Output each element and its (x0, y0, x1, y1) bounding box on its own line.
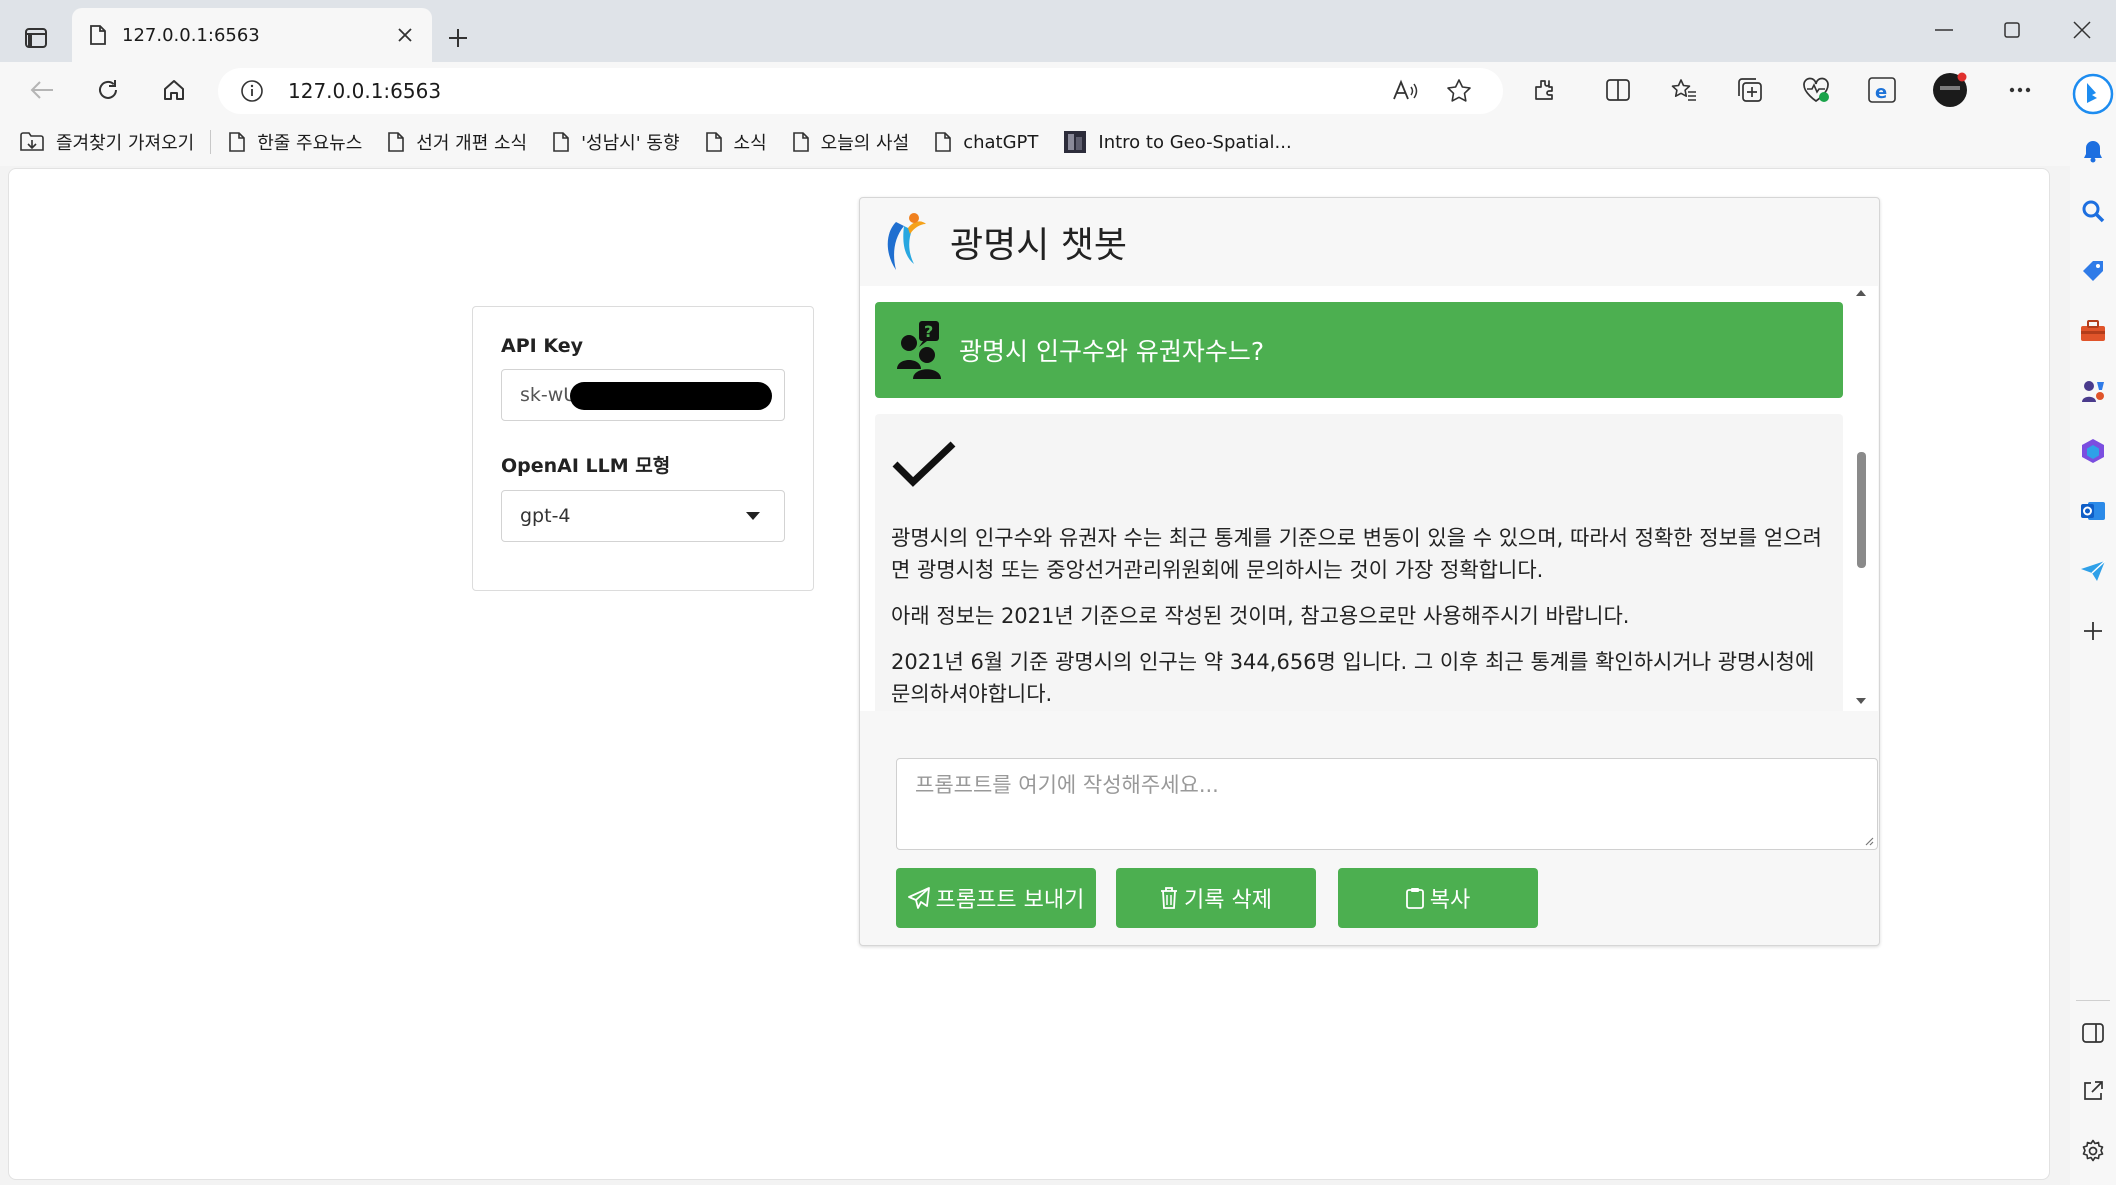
user-message: ? 광명시 인구수와 유권자수느? (875, 302, 1843, 398)
tools-briefcase-icon[interactable] (2070, 308, 2116, 354)
page-icon (792, 132, 809, 152)
bot-paragraph: 광명시의 인구수와 유권자 수는 최근 통계를 기준으로 변동이 있을 수 있으… (891, 526, 1822, 582)
redaction-mark (570, 382, 772, 410)
page-icon (90, 25, 106, 45)
page-icon (388, 132, 405, 152)
bot-message: 광명시의 인구수와 유권자 수는 최근 통계를 기준으로 변동이 있을 수 있으… (875, 414, 1843, 711)
bookmark-item[interactable]: '성남시' 동향 (553, 129, 680, 155)
bookmark-item[interactable]: 선거 개편 소식 (388, 129, 527, 155)
api-key-field[interactable]: sk-wU (501, 369, 785, 421)
shopping-tag-icon[interactable] (2070, 248, 2116, 294)
clipboard-icon (1405, 887, 1430, 909)
prompt-placeholder: 프롬프트를 여기에 작성해주세요... (915, 773, 1219, 797)
page-icon (553, 132, 569, 152)
copy-label: 복사 (1429, 888, 1471, 913)
chat-messages[interactable]: ? 광명시 인구수와 유권자수느? 광명시의 인구수와 유권자 수는 최근 통계… (860, 286, 1878, 711)
search-icon[interactable] (2070, 188, 2116, 234)
send-drop-icon[interactable] (2070, 548, 2116, 594)
trash-icon (1160, 887, 1184, 909)
bookmark-item[interactable]: Intro to Geo-Spatial... (1064, 131, 1292, 153)
user-question-icon: ? (897, 321, 943, 379)
close-window-icon[interactable] (2060, 12, 2104, 48)
bing-chat-icon[interactable] (2070, 66, 2116, 122)
address-bar[interactable]: 127.0.0.1:6563 (218, 68, 1503, 114)
home-icon[interactable] (156, 72, 192, 108)
page-icon (705, 132, 722, 152)
bookmark-divider (210, 130, 212, 154)
bookmark-item[interactable]: 소식 (705, 129, 767, 155)
paper-plane-icon (907, 887, 936, 909)
resize-handle-icon (1864, 836, 1874, 846)
send-prompt-button[interactable]: 프롬프트 보내기 (896, 868, 1096, 928)
browser-tab[interactable]: 127.0.0.1:6563 (72, 8, 432, 62)
user-message-text: 광명시 인구수와 유권자수느? (959, 337, 1265, 366)
page-viewport: API Key sk-wU OpenAI LLM 모형 gpt-4 광명시 챗봇… (8, 168, 2050, 1180)
prompt-textarea[interactable]: 프롬프트를 여기에 작성해주세요... (896, 758, 1878, 850)
chat-title: 광명시 챗봇 (950, 225, 1128, 266)
profile-avatar[interactable] (1930, 70, 1970, 110)
close-tab-icon[interactable] (390, 20, 420, 50)
notification-bell-icon[interactable] (2070, 128, 2116, 174)
ie-mode-icon[interactable]: e (1864, 72, 1900, 108)
add-sidebar-app-icon[interactable] (2070, 608, 2116, 654)
browser-essentials-icon[interactable] (1798, 72, 1834, 108)
chat-scrollbar[interactable] (1852, 286, 1870, 711)
page-icon (935, 132, 951, 152)
bookmarks-bar: 즐겨찾기 가져오기 한줄 주요뉴스 선거 개편 소식 '성남시' 동향 소식 오… (0, 118, 2070, 166)
bookmark-item[interactable]: 오늘의 사설 (792, 129, 909, 155)
bookmark-item[interactable]: 한줄 주요뉴스 (229, 129, 362, 155)
bookmark-item[interactable]: chatGPT (935, 132, 1038, 153)
microsoft-365-icon[interactable] (2070, 428, 2116, 474)
tab-title: 127.0.0.1:6563 (122, 24, 260, 46)
bot-paragraph: 2021년 6월 기준 광명시의 인구는 약 344,656명 입니다. 그 이… (891, 650, 1815, 706)
chat-panel: 광명시 챗봇 ? 광명시 인구수와 유권자수느? 광명시의 인구수와 유권자 수… (859, 197, 1880, 946)
gwangmyeong-logo-icon (880, 212, 928, 272)
tab-bar: 127.0.0.1:6563 (0, 0, 2116, 62)
back-icon[interactable] (24, 72, 60, 108)
page-icon (229, 132, 246, 152)
sidebar-divider (2076, 1000, 2110, 1001)
sidebar-settings-icon[interactable] (2070, 1128, 2116, 1174)
new-tab-icon[interactable] (440, 20, 476, 56)
checkmark-icon (891, 440, 1827, 488)
bot-paragraph: 아래 정보는 2021년 기준으로 작성된 것이며, 참고용으로만 사용해주시기… (891, 604, 1630, 628)
chat-header: 광명시 챗봇 (860, 198, 1879, 286)
browser-toolbar: 127.0.0.1:6563 e (0, 62, 2116, 118)
collections-icon[interactable] (1732, 72, 1768, 108)
import-favorites-icon (20, 132, 44, 151)
tab-actions-icon[interactable] (18, 20, 54, 56)
maximize-icon[interactable] (1990, 12, 2034, 48)
api-key-label: API Key (501, 335, 583, 357)
bookmark-import-favorites[interactable]: 즐겨찾기 가져오기 (20, 129, 194, 155)
read-aloud-icon[interactable] (1392, 79, 1418, 103)
svg-text:?: ? (924, 322, 933, 341)
clear-history-label: 기록 삭제 (1184, 888, 1272, 913)
model-selected-value: gpt-4 (520, 505, 571, 527)
edge-sidebar (2070, 62, 2116, 1185)
copy-button[interactable]: 복사 (1338, 868, 1538, 928)
hide-sidebar-icon[interactable] (2070, 1010, 2116, 1056)
model-select[interactable]: gpt-4 (501, 490, 785, 542)
outlook-icon[interactable] (2070, 488, 2116, 534)
minimize-icon[interactable] (1922, 12, 1966, 48)
svg-text:e: e (1875, 82, 1887, 103)
split-screen-icon[interactable] (1600, 72, 1636, 108)
games-icon[interactable] (2070, 368, 2116, 414)
site-favicon (1064, 131, 1087, 153)
favorites-icon[interactable] (1666, 72, 1702, 108)
site-info-icon[interactable] (240, 79, 264, 103)
url-text[interactable]: 127.0.0.1:6563 (288, 79, 441, 103)
clear-history-button[interactable]: 기록 삭제 (1116, 868, 1316, 928)
send-prompt-label: 프롬프트 보내기 (935, 888, 1085, 913)
settings-panel: API Key sk-wU OpenAI LLM 모형 gpt-4 (472, 306, 814, 591)
favorite-star-icon[interactable] (1446, 78, 1472, 104)
model-label: OpenAI LLM 모형 (501, 455, 671, 477)
api-key-value: sk-wU (520, 384, 578, 406)
extensions-icon[interactable] (1526, 72, 1562, 108)
chevron-down-icon (746, 512, 760, 520)
open-external-icon[interactable] (2070, 1068, 2116, 1114)
settings-more-icon[interactable] (2002, 72, 2038, 108)
refresh-icon[interactable] (90, 72, 126, 108)
